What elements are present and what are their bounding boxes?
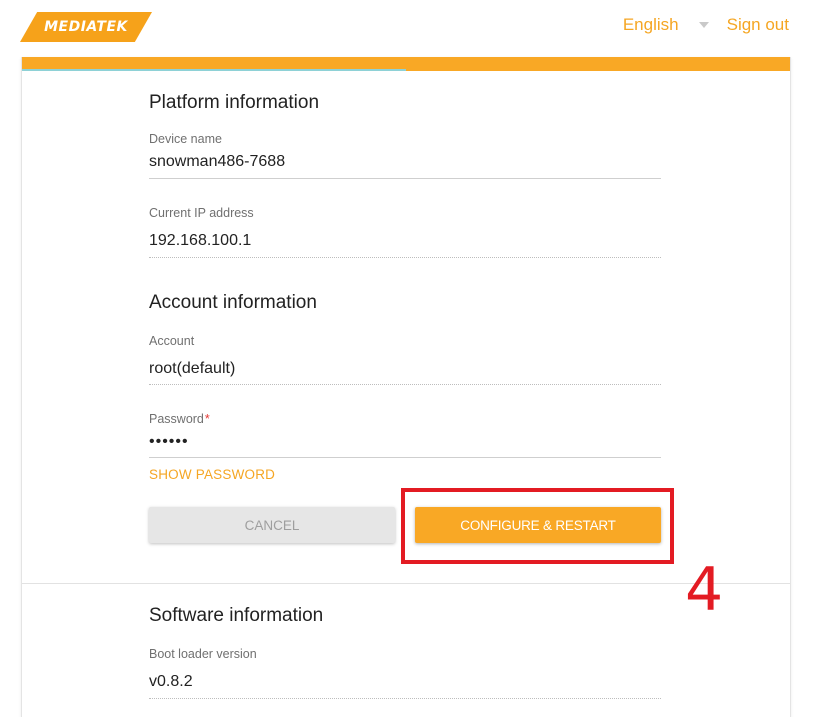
- logo-text: MEDIATEK: [44, 19, 128, 35]
- settings-card: Platform information Device name snowman…: [21, 57, 791, 717]
- language-selector[interactable]: English: [623, 15, 679, 35]
- account-underline: [149, 384, 661, 385]
- sign-out-link[interactable]: Sign out: [727, 15, 789, 35]
- software-section-title: Software information: [149, 605, 324, 626]
- password-label: Password*: [149, 412, 210, 426]
- ip-address-underline: [149, 257, 661, 258]
- section-divider: [22, 583, 790, 584]
- cancel-button[interactable]: CANCEL: [149, 507, 395, 543]
- bootloader-label: Boot loader version: [149, 647, 257, 661]
- ip-address-label: Current IP address: [149, 206, 254, 220]
- account-section-title: Account information: [149, 292, 317, 313]
- device-name-underline: [149, 178, 661, 179]
- password-underline: [149, 457, 661, 458]
- progress-highlight: [22, 69, 406, 71]
- show-password-link[interactable]: SHOW PASSWORD: [149, 467, 275, 482]
- required-mark: *: [204, 412, 210, 426]
- bootloader-value: v0.8.2: [149, 673, 193, 690]
- password-field[interactable]: ••••••: [149, 433, 189, 451]
- account-label: Account: [149, 334, 195, 348]
- configure-restart-button[interactable]: CONFIGURE & RESTART: [415, 507, 661, 543]
- account-value: root(default): [149, 360, 236, 377]
- chevron-down-icon[interactable]: [698, 22, 709, 28]
- device-name-field[interactable]: snowman486-7688: [149, 153, 285, 171]
- mediatek-logo: MEDIATEK: [20, 12, 152, 42]
- device-name-label: Device name: [149, 132, 222, 146]
- ip-address-value: 192.168.100.1: [149, 232, 252, 249]
- password-label-text: Password: [149, 412, 204, 426]
- header-actions: English Sign out: [623, 15, 789, 35]
- platform-section-title: Platform information: [149, 92, 320, 113]
- annotation-step-number: 4: [685, 555, 724, 625]
- bootloader-underline: [149, 698, 661, 699]
